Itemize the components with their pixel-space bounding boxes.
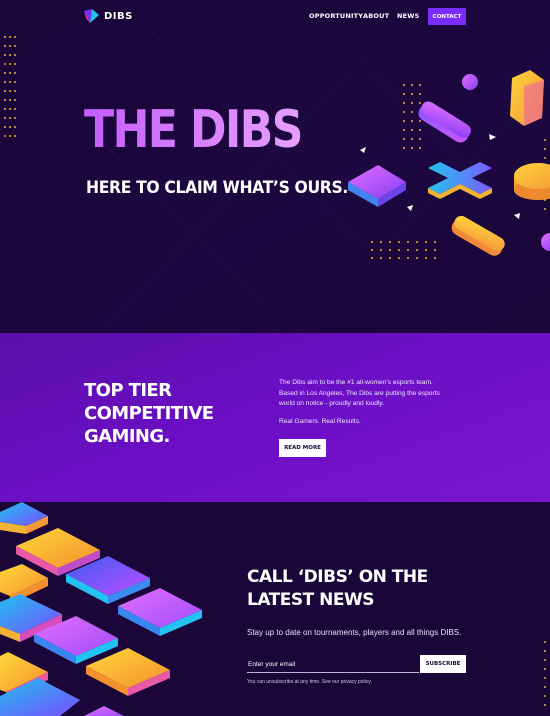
contact-button[interactable]: CONTACT — [428, 8, 466, 25]
email-input[interactable] — [247, 656, 419, 673]
newsletter-fine-print: You can unsubscribe at any time. See our… — [247, 679, 372, 685]
hero-subtitle: HERE TO CLAIM WHAT’S OURS. — [86, 178, 348, 198]
read-more-button[interactable]: READ MORE — [279, 439, 326, 457]
nav-link-about[interactable]: ABOUT — [363, 12, 389, 20]
feature-title: TOP TIER COMPETITIVE GAMING. — [84, 380, 214, 447]
decor-dots-right — [544, 641, 546, 706]
feature-body: The Dibs aim to be the #1 all-women’s es… — [279, 379, 440, 408]
nav-link-opportunity[interactable]: OPPORTUNITY — [309, 12, 363, 20]
newsletter-section: CALL ‘DIBS’ ON THE LATEST NEWS Stay up t… — [0, 502, 550, 716]
hero-title: THE DIBS — [84, 100, 303, 160]
nav-link-news[interactable]: NEWS — [397, 12, 420, 20]
subscribe-button[interactable]: SUBSCRIBE — [420, 655, 466, 673]
isometric-tiles-art — [0, 502, 202, 716]
nav-links: OPPORTUNITY ABOUT NEWS — [0, 12, 550, 24]
newsletter-description: Stay up to date on tournaments, players … — [247, 628, 462, 637]
feature-tagline: Real Gamers. Real Results. — [279, 418, 361, 425]
feature-section: TOP TIER COMPETITIVE GAMING. The Dibs ai… — [0, 333, 550, 502]
hero-decor-art — [0, 0, 550, 333]
top-nav: DIBS OPPORTUNITY ABOUT NEWS CONTACT — [0, 0, 550, 34]
newsletter-title: CALL ‘DIBS’ ON THE LATEST NEWS — [247, 567, 428, 610]
hero-section: THE DIBS HERE TO CLAIM WHAT’S OURS. — [0, 0, 550, 333]
